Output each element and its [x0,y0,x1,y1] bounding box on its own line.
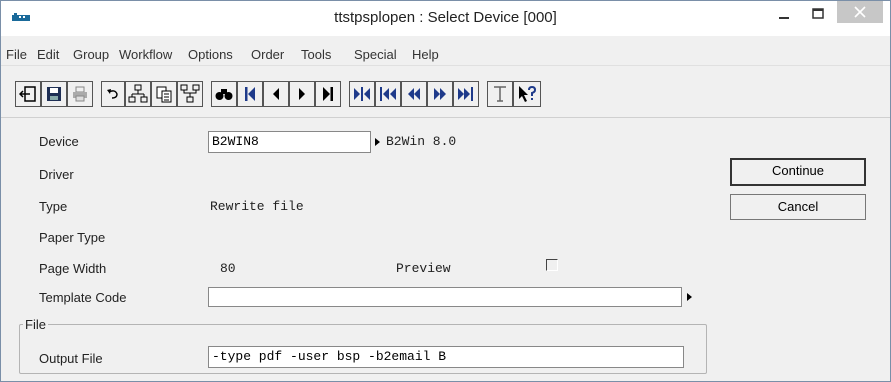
undo-button[interactable] [101,81,125,107]
copy-record-button[interactable] [151,81,177,107]
last-page-button[interactable] [453,81,479,107]
menu-group[interactable]: Group [73,47,109,62]
previous-group-button[interactable] [375,81,401,107]
delete-record-button[interactable] [177,81,203,107]
device-label: Device [39,134,79,149]
output-file-label: Output File [39,351,103,366]
continue-button[interactable]: Continue [730,158,866,186]
next-page-button[interactable] [427,81,453,107]
undo-icon [107,89,118,99]
exit-icon [19,86,36,102]
title-bar: ttstpsplopen : Select Device [000] [1,1,890,36]
previous-page-icon [408,88,420,100]
menu-help[interactable]: Help [412,47,439,62]
save-icon [47,87,61,101]
previous-group-icon [380,87,396,101]
save-button[interactable] [41,81,67,107]
type-label: Type [39,199,68,214]
minimize-icon[interactable] [771,5,797,25]
type-value: Rewrite file [210,199,304,214]
menu-workflow[interactable]: Workflow [119,47,172,62]
copy-record-icon [156,86,172,103]
device-lookup-arrow-icon[interactable] [375,138,380,146]
find-button[interactable] [211,81,237,107]
last-record-icon [323,87,333,101]
menu-tools[interactable]: Tools [301,47,331,62]
select-device-window: ttstpsplopen : Select Device [000] File … [0,0,891,382]
first-record-button[interactable] [237,81,263,107]
close-icon [854,6,866,18]
template-code-label: Template Code [39,290,127,305]
maximize-icon[interactable] [805,5,831,25]
menu-options[interactable]: Options [188,47,233,62]
preview-label: Preview [396,261,451,276]
previous-record-icon [273,88,279,100]
cancel-button[interactable]: Cancel [730,194,866,220]
print-button[interactable] [67,81,93,107]
text-icon [494,86,506,102]
next-page-icon [434,88,446,100]
first-record-icon [245,87,255,101]
last-page-icon [458,87,473,101]
output-file-field[interactable]: -type pdf -user bsp -b2email B [208,346,684,368]
window-title: ttstpsplopen : Select Device [000] [334,9,557,26]
print-icon [73,86,87,102]
file-group-label: File [23,317,48,332]
text-button[interactable] [487,81,513,107]
last-record-button[interactable] [315,81,341,107]
driver-label: Driver [39,167,74,182]
exit-button[interactable] [15,81,41,107]
previous-record-button[interactable] [263,81,289,107]
menu-special[interactable]: Special [354,47,397,62]
next-record-button[interactable] [289,81,315,107]
preview-checkbox[interactable] [546,259,558,271]
template-code-field[interactable] [208,287,682,307]
delete-record-icon [180,84,200,103]
toolbar [1,73,890,113]
device-field[interactable]: B2WIN8 [208,131,371,153]
first-group-button[interactable] [349,81,375,107]
paper-type-label: Paper Type [39,230,106,245]
template-code-lookup-arrow-icon[interactable] [687,293,692,301]
device-description: B2Win 8.0 [386,134,457,149]
insert-record-button[interactable] [125,81,151,107]
help-icon [519,85,537,102]
first-group-icon [354,87,370,101]
menu-order[interactable]: Order [251,47,284,62]
menu-edit[interactable]: Edit [37,47,59,62]
help-button[interactable] [513,81,541,107]
next-record-icon [299,88,305,100]
insert-record-icon [128,84,148,103]
menu-bar: File Edit Group Workflow Options Order T… [1,43,890,66]
toolbar-separator [1,117,890,118]
page-width-label: Page Width [39,261,107,276]
menu-file[interactable]: File [6,47,27,62]
close-button[interactable] [837,1,883,23]
previous-page-button[interactable] [401,81,427,107]
find-icon [215,89,233,100]
page-width-value: 80 [220,261,236,276]
